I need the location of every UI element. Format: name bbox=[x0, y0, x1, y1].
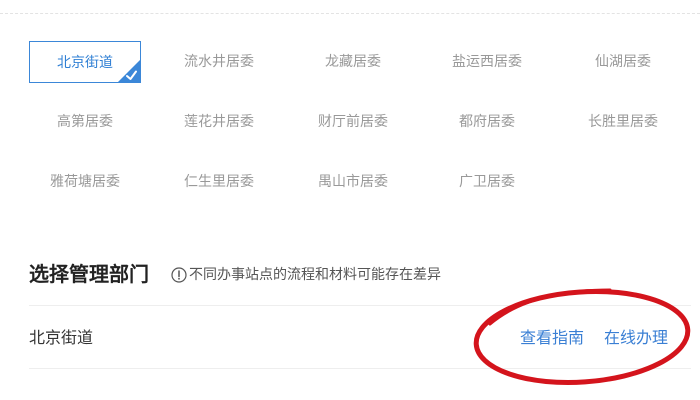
top-divider bbox=[0, 13, 700, 14]
community-option[interactable]: 都府居委 bbox=[431, 101, 543, 143]
notice-text: 不同办事站点的流程和材料可能存在差异 bbox=[189, 267, 441, 283]
community-grid: 北京街道 流水井居委 龙藏居委 盐运西居委 仙湖居委 高第居委 莲花井居委 财厅… bbox=[29, 41, 689, 211]
community-option[interactable]: 莲花井居委 bbox=[163, 101, 275, 143]
community-option[interactable]: 广卫居委 bbox=[431, 161, 543, 203]
divider bbox=[29, 368, 691, 369]
community-option[interactable]: 高第居委 bbox=[29, 101, 141, 143]
divider bbox=[29, 305, 691, 306]
community-option[interactable]: 仙湖居委 bbox=[567, 41, 679, 83]
community-label: 北京街道 bbox=[57, 55, 113, 71]
department-name: 北京街道 bbox=[29, 328, 94, 347]
community-option[interactable]: 雅荷塘居委 bbox=[29, 161, 141, 203]
community-option[interactable]: 财厅前居委 bbox=[297, 101, 409, 143]
view-guide-link[interactable]: 查看指南 bbox=[520, 326, 584, 350]
section-title: 选择管理部门 bbox=[29, 262, 149, 286]
community-option[interactable]: 长胜里居委 bbox=[567, 101, 679, 143]
online-handle-link[interactable]: 在线办理 bbox=[604, 326, 668, 350]
selected-check-icon bbox=[117, 59, 141, 83]
community-option[interactable]: 盐运西居委 bbox=[431, 41, 543, 83]
community-option[interactable]: 龙藏居委 bbox=[297, 41, 409, 83]
community-option[interactable]: 流水井居委 bbox=[163, 41, 275, 83]
community-option[interactable]: 禺山市居委 bbox=[297, 161, 409, 203]
info-circle-icon bbox=[171, 267, 187, 283]
community-option-selected[interactable]: 北京街道 bbox=[29, 41, 141, 83]
community-option[interactable]: 仁生里居委 bbox=[163, 161, 275, 203]
